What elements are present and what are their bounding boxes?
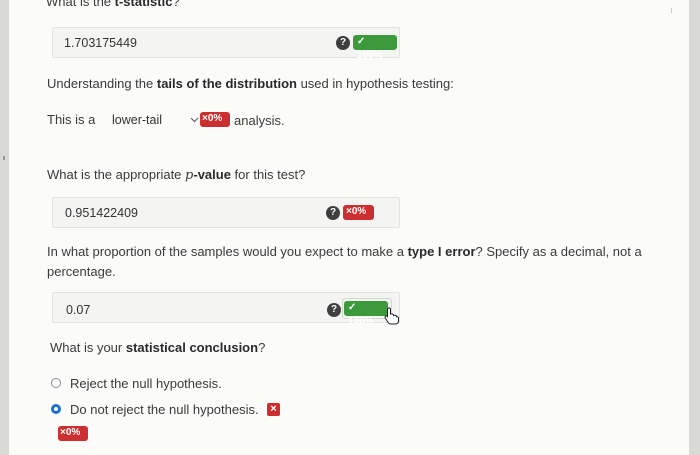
tails-sentence-end: analysis. xyxy=(234,113,285,128)
conclusion-option-do-not-reject[interactable]: Do not reject the null hypothesis. xyxy=(49,400,289,420)
question-text: ? Specify as a decimal, not a xyxy=(475,244,642,259)
question-bold-text: statistical conclusion xyxy=(125,340,259,355)
left-edge-marker xyxy=(3,156,5,160)
question-circle-icon[interactable]: ? xyxy=(327,303,341,317)
option-label: Do not reject the null hypothesis. xyxy=(70,402,259,417)
select-value: lower-tail xyxy=(112,113,163,127)
answer-value: 0.07 xyxy=(66,303,91,317)
conclusion-option-reject[interactable]: Reject the null hypothesis. xyxy=(49,374,249,394)
score-badge: ✓ 100% xyxy=(353,35,397,61)
answer-value: 0.951422409 xyxy=(65,206,138,220)
tails-heading: Understanding the tails of the distribut… xyxy=(47,76,454,91)
type-one-error-question: In what proportion of the samples would … xyxy=(47,244,642,259)
option-label: Reject the null hypothesis. xyxy=(70,376,222,391)
score-badge: ×0% xyxy=(58,426,88,441)
p-value-answer-field[interactable]: 0.951422409 ? ×0% xyxy=(52,197,400,228)
question-text: for this test? xyxy=(230,167,306,182)
question-text: In what proportion of the samples would … xyxy=(47,244,408,259)
question-circle-icon[interactable]: ? xyxy=(326,206,340,220)
question-text: ? xyxy=(172,0,180,9)
question-bold-text: -value xyxy=(193,167,231,182)
radio-button[interactable] xyxy=(51,378,61,388)
score-badge: ×0% xyxy=(200,112,230,127)
radio-button[interactable] xyxy=(51,404,61,414)
t-statistic-answer-field[interactable]: 1.703175449 ? ✓ 100% xyxy=(52,27,400,61)
type-one-error-answer-field[interactable]: 0.07 ? ✓ 100% xyxy=(52,292,400,327)
t-statistic-question: What is the t-statistic? xyxy=(46,0,180,9)
tails-sentence-start: This is a xyxy=(47,112,96,127)
question-text: ? xyxy=(258,340,266,355)
question-text-continued: percentage. xyxy=(47,264,116,279)
question-card: What is the t-statistic? 1.703175449 ? ✓… xyxy=(9,0,689,455)
heading-text: used in hypothesis testing: xyxy=(296,76,454,91)
tail-type-select[interactable]: lower-tail xyxy=(101,106,201,132)
close-icon: × xyxy=(267,403,280,416)
score-badge: ✓ 100% xyxy=(344,301,388,327)
chevron-down-icon xyxy=(190,117,199,123)
answer-value: 1.703175449 xyxy=(64,36,137,50)
heading-bold-text: tails of the distribution xyxy=(156,76,297,91)
hand-pointer-icon xyxy=(384,307,399,325)
score-badge: ×0% xyxy=(343,205,374,220)
heading-text: Understanding the xyxy=(47,76,157,91)
conclusion-question: What is your statistical conclusion? xyxy=(50,340,265,355)
question-bold-text: t-statistic xyxy=(114,0,173,9)
side-tick xyxy=(671,8,672,13)
question-text: What is the xyxy=(46,0,115,9)
question-bold-text: type I error xyxy=(407,244,476,259)
question-circle-icon[interactable]: ? xyxy=(336,36,350,50)
question-text: What is the appropriate xyxy=(47,167,186,182)
question-text: What is your xyxy=(50,340,126,355)
p-value-question: What is the appropriate p-value for this… xyxy=(47,167,305,183)
